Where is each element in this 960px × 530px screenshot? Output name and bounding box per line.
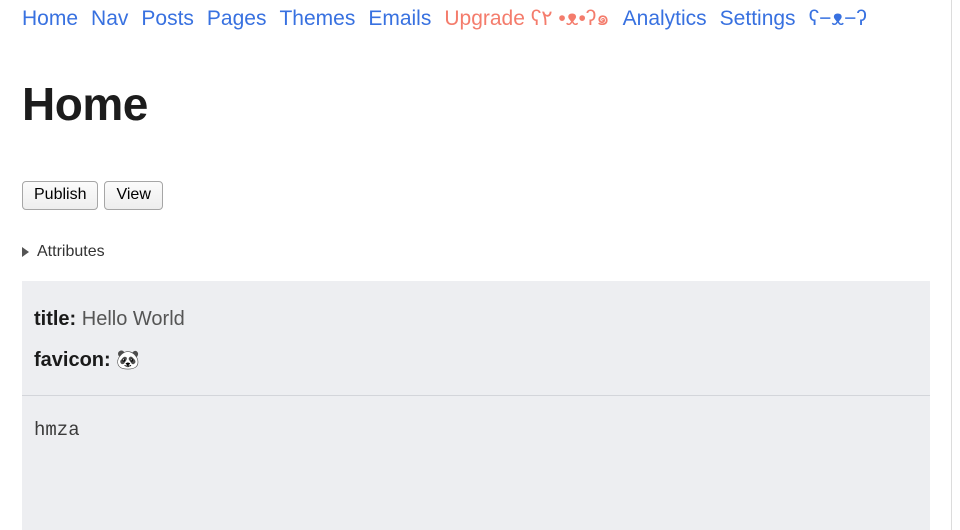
nav-link-themes[interactable]: Themes — [279, 7, 355, 30]
frontmatter-value-title: Hello World — [81, 307, 185, 330]
attributes-summary-toggle[interactable]: Attributes — [22, 243, 105, 261]
panda-face-icon: 🐼 — [116, 349, 140, 371]
view-button[interactable]: View — [104, 180, 163, 210]
page-content: Home Nav Posts Pages Themes Emails Upgrade ʕ٢ … — [0, 0, 952, 261]
nav-link-emails[interactable]: Emails — [368, 7, 431, 30]
publish-button[interactable]: Publish — [22, 180, 99, 210]
frontmatter-key-title: title: — [34, 307, 77, 330]
top-navigation: Home Nav Posts Pages Themes Emails Upgrade ʕ٢ … — [22, 0, 867, 35]
nav-link-nav[interactable]: Nav — [91, 7, 128, 30]
nav-link-posts[interactable]: Posts — [141, 7, 194, 30]
page-title: Home — [22, 78, 148, 130]
nav-link-upgrade[interactable]: Upgrade ʕ٢ •ᴥ•ʔ๑ — [444, 7, 609, 30]
nav-link-pages[interactable]: Pages — [207, 7, 267, 30]
triangle-right-icon — [22, 246, 29, 257]
nav-link-home[interactable]: Home — [22, 7, 78, 30]
action-toolbar: Publish View — [22, 180, 930, 210]
nav-link-analytics[interactable]: Analytics — [623, 7, 707, 30]
frontmatter-key-favicon: favicon: — [34, 348, 111, 371]
attributes-details: Attributes — [22, 243, 930, 261]
editor-body-text[interactable]: hmza — [22, 396, 930, 530]
editor-wrapper: title: Hello World favicon: 🐼 hmza — [0, 280, 952, 530]
frontmatter-row-title: title: Hello World — [34, 299, 930, 340]
frontmatter-row-favicon: favicon: 🐼 — [34, 340, 930, 381]
nav-link-settings[interactable]: Settings — [720, 7, 796, 30]
attributes-summary-label: Attributes — [37, 242, 105, 260]
vertical-scrollbar[interactable] — [951, 0, 960, 530]
nav-link-mascot-glyphs[interactable]: ʕ−ᴥ−ʔ — [809, 7, 867, 30]
editor-panel[interactable]: title: Hello World favicon: 🐼 hmza — [22, 280, 930, 530]
app-root: Home Nav Posts Pages Themes Emails Upgrade ʕ٢ … — [0, 0, 960, 530]
frontmatter-block: title: Hello World favicon: 🐼 — [22, 281, 930, 395]
